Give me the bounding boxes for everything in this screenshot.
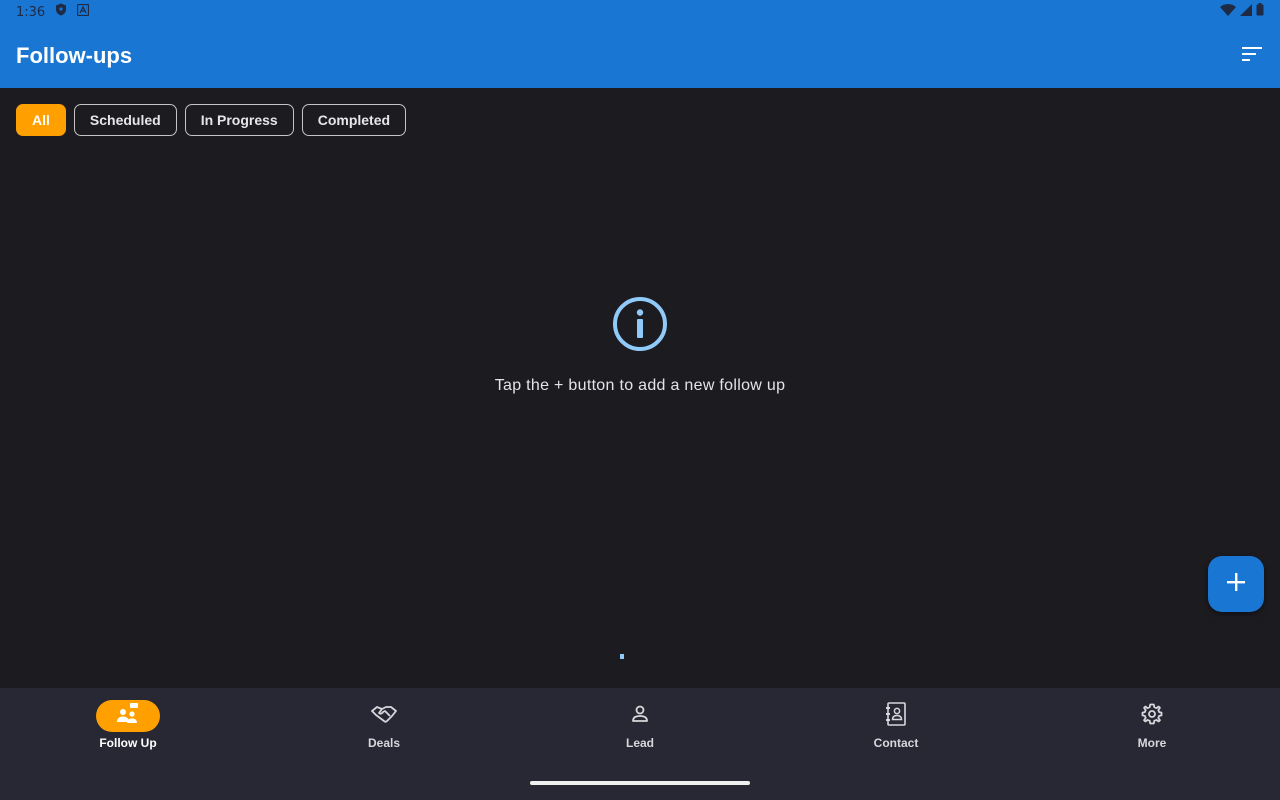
chip-label: Scheduled bbox=[89, 112, 161, 128]
sort-filter-button[interactable] bbox=[1232, 36, 1272, 76]
add-follow-up-button[interactable] bbox=[1208, 556, 1264, 612]
handshake-icon bbox=[371, 705, 397, 728]
nav-icon-container bbox=[608, 700, 672, 732]
chip-label: All bbox=[32, 112, 50, 128]
empty-state: Tap the + button to add a new follow up bbox=[0, 296, 1280, 395]
nav-label: Lead bbox=[625, 736, 654, 750]
loading-indicator bbox=[620, 654, 624, 659]
contact-book-icon bbox=[885, 701, 907, 731]
plus-icon bbox=[1227, 572, 1245, 596]
chip-scheduled[interactable]: Scheduled bbox=[73, 104, 177, 136]
nav-item-follow-up[interactable]: Follow Up bbox=[0, 688, 256, 768]
follow-up-icon bbox=[116, 702, 140, 730]
wifi-icon bbox=[1220, 3, 1236, 21]
nav-item-lead[interactable]: Lead bbox=[512, 688, 768, 768]
top-app-area: 1:36 Follow-ups bbox=[0, 0, 1280, 88]
chip-in-progress[interactable]: In Progress bbox=[184, 104, 294, 136]
nav-label: Deals bbox=[367, 736, 401, 750]
bottom-navigation: Follow Up Deals Lead Contact More bbox=[0, 688, 1280, 800]
nav-icon-container bbox=[1120, 700, 1184, 732]
nav-item-more[interactable]: More bbox=[1024, 688, 1280, 768]
nav-label: Contact bbox=[873, 736, 919, 750]
shield-icon bbox=[55, 3, 67, 21]
gear-icon bbox=[1141, 703, 1163, 730]
nav-item-deals[interactable]: Deals bbox=[256, 688, 512, 768]
nav-icon-container bbox=[352, 700, 416, 732]
battery-icon bbox=[1256, 3, 1264, 21]
chip-all[interactable]: All bbox=[16, 104, 66, 136]
status-time: 1:36 bbox=[16, 4, 46, 20]
empty-state-message: Tap the + button to add a new follow up bbox=[494, 377, 786, 394]
sort-filter-icon bbox=[1242, 46, 1262, 66]
info-icon bbox=[612, 296, 668, 357]
person-icon bbox=[630, 704, 650, 729]
status-bar: 1:36 bbox=[0, 0, 1280, 24]
cell-signal-icon bbox=[1240, 3, 1252, 21]
page-title: Follow-ups bbox=[16, 43, 133, 68]
filter-chips: All Scheduled In Progress Completed bbox=[16, 104, 407, 136]
nav-active-indicator bbox=[96, 700, 160, 732]
app-bar: Follow-ups bbox=[0, 24, 1280, 88]
nav-item-contact[interactable]: Contact bbox=[768, 688, 1024, 768]
nav-label: More bbox=[1137, 736, 1167, 750]
chip-completed[interactable]: Completed bbox=[301, 104, 407, 136]
nav-label: Follow Up bbox=[99, 736, 157, 750]
home-indicator[interactable] bbox=[530, 781, 750, 785]
app-notification-icon bbox=[77, 3, 90, 21]
nav-icon-container bbox=[864, 700, 928, 732]
chip-label: In Progress bbox=[200, 112, 278, 128]
chip-label: Completed bbox=[317, 112, 391, 128]
